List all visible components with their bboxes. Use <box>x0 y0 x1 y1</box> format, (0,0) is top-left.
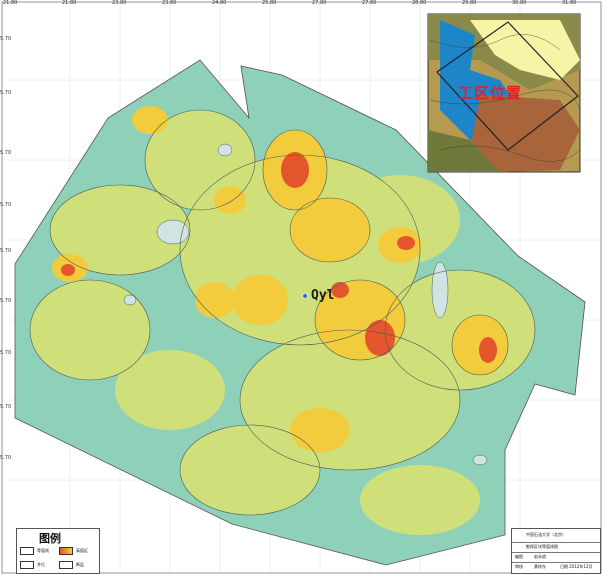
left-tick-label: 5.70 <box>0 298 12 304</box>
left-tick-label: 5.70 <box>0 202 12 208</box>
title-block-org: 中国石油大学（北京） <box>526 532 566 537</box>
top-tick-label: 21.80 <box>62 0 77 6</box>
title-block: 中国石油大学（北京） 勘探区块等值线图 编图 赵永斌 审核 黄梓东 日期 201… <box>511 528 601 574</box>
legend-label: 井位 <box>37 562 45 567</box>
legend-box: 图例 等值线 高值区 井位 断层 <box>16 528 100 574</box>
high-value-icon <box>59 547 73 555</box>
inset-location-label: 工区位置 <box>458 84 523 102</box>
top-tick-label: 25.80 <box>262 0 277 6</box>
left-tick-label: 5.70 <box>0 404 12 410</box>
legend-label: 等值线 <box>37 548 49 553</box>
top-tick-label: 30.80 <box>512 0 527 6</box>
contour-icon <box>20 547 34 555</box>
legend-label: 断层 <box>76 562 84 567</box>
top-tick-label: 27.80 <box>362 0 377 6</box>
title-block-drawn-by: 赵永斌 <box>534 554 546 559</box>
top-tick-label: 28.80 <box>412 0 427 6</box>
title-block-date: 日期 2012年12月 <box>560 564 593 569</box>
legend-label: 高值区 <box>76 548 88 553</box>
left-tick-label: 5.70 <box>0 455 12 461</box>
top-tick-label: 29.80 <box>462 0 477 6</box>
well-marker-icon <box>302 293 308 299</box>
fault-icon <box>59 561 73 569</box>
top-tick-label: 27.80 <box>312 0 327 6</box>
well-label: Qyl <box>311 288 335 303</box>
legend-title: 图例 <box>39 532 61 545</box>
left-tick-label: 5.70 <box>0 90 12 96</box>
top-tick-label: 31.80 <box>562 0 577 6</box>
title-block-drawn-label: 编图 <box>515 554 523 559</box>
title-block-checked-label: 审核 <box>515 564 523 569</box>
top-tick-label: 21.80 <box>3 0 18 6</box>
top-tick-label: 24.80 <box>212 0 227 6</box>
left-tick-label: 5.70 <box>0 150 12 156</box>
top-tick-label: 23.80 <box>162 0 177 6</box>
title-block-checked-by: 黄梓东 <box>534 564 546 569</box>
title-block-map-title: 勘探区块等值线图 <box>526 544 558 549</box>
well-icon <box>20 561 34 569</box>
left-tick-label: 5.70 <box>0 248 12 254</box>
left-tick-label: 5.70 <box>0 350 12 356</box>
left-tick-label: 5.70 <box>0 36 12 42</box>
top-tick-label: 23.80 <box>112 0 127 6</box>
